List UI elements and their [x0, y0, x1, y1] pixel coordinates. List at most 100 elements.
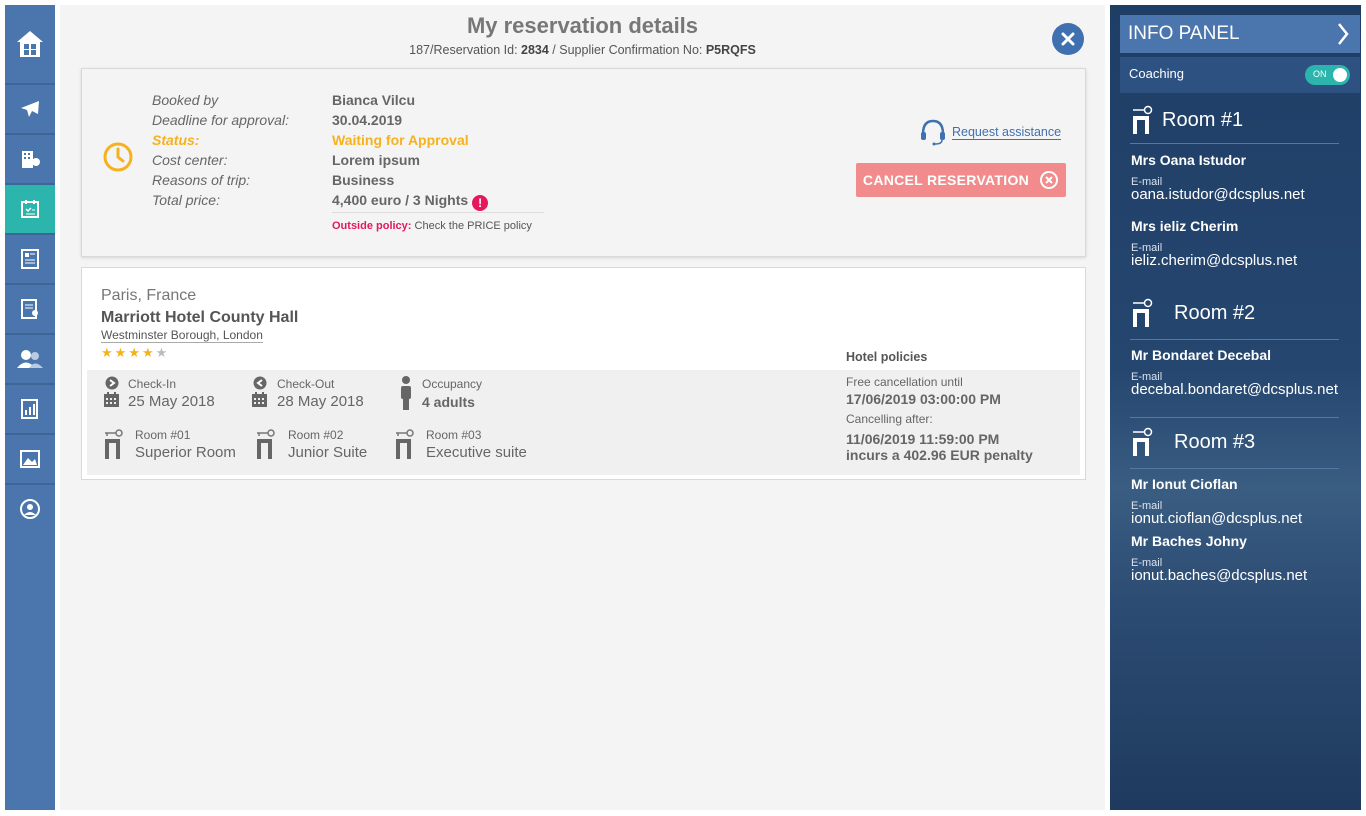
users-icon	[17, 350, 43, 368]
guest-email[interactable]: ionut.baches@dcsplus.net	[1131, 567, 1307, 584]
reservation-summary-card: Booked by Deadline for approval: Status:…	[81, 68, 1086, 257]
guest-email[interactable]: ionut.cioflan@dcsplus.net	[1131, 510, 1302, 527]
star-icon: ★	[155, 346, 170, 361]
occupancy-value: 4 adults	[422, 394, 475, 410]
total-price-row: 4,400 euro / 3 Nights!	[332, 192, 489, 211]
nav-home[interactable]	[5, 5, 55, 83]
clock-icon	[103, 142, 133, 172]
room-key-icon	[257, 429, 275, 459]
coaching-label: Coaching	[1129, 66, 1184, 81]
status-label: Status:	[152, 132, 200, 148]
main-content: My reservation details 187/Reservation I…	[60, 5, 1105, 810]
star-icon: ★	[128, 346, 142, 361]
hotel-address[interactable]: Westminster Borough, London	[101, 328, 263, 343]
room-key-icon	[1133, 427, 1153, 456]
home-icon	[17, 31, 43, 57]
calendar-check-icon	[21, 200, 39, 218]
nav-gallery[interactable]	[5, 435, 55, 483]
nav-documents[interactable]	[5, 235, 55, 283]
cost-center-label: Cost center:	[152, 152, 228, 168]
room-3-label: Room #03	[426, 428, 482, 442]
guest-name: Mr Bondaret Decebal	[1131, 347, 1272, 363]
toggle-on-label: ON	[1313, 69, 1327, 79]
total-price-label: Total price:	[152, 192, 220, 208]
stay-details-box: Check-In 25 May 2018 Check-Out 28 May 20…	[87, 370, 1080, 475]
info-room-3: Room #3	[1130, 427, 1255, 457]
cancel-reservation-button[interactable]: CANCEL RESERVATION	[856, 163, 1066, 197]
guest-name: Mrs Oana Istudor	[1131, 152, 1247, 168]
image-icon	[20, 450, 40, 468]
room-key-icon	[105, 429, 123, 459]
coaching-toggle[interactable]: ON	[1305, 65, 1350, 85]
outside-policy-label: Outside policy:	[332, 220, 412, 232]
policy-notice: Outside policy: Check the PRICE policy	[332, 220, 532, 232]
reasons-value: Business	[332, 172, 395, 188]
info-room-2: Room #2	[1130, 298, 1255, 328]
info-room-2-title: Room #2	[1174, 301, 1256, 324]
guest-name: Mrs ieliz Cherim	[1131, 218, 1239, 234]
hotel-rating: ★★★★★	[101, 346, 169, 361]
status-value: Waiting for Approval	[332, 132, 469, 148]
checkout-arrow-icon	[253, 376, 267, 390]
room-1-label: Room #01	[135, 428, 191, 442]
reasons-label: Reasons of trip:	[152, 172, 251, 188]
star-icon: ★	[114, 346, 129, 361]
guest-email[interactable]: decebal.bondaret@dcsplus.net	[1131, 381, 1338, 398]
nav-travellers[interactable]	[5, 335, 55, 383]
checkin-arrow-icon	[105, 376, 119, 390]
nav-hotels[interactable]	[5, 135, 55, 183]
guest-email[interactable]: ieliz.cherim@dcsplus.net	[1131, 252, 1297, 269]
subtitle-mid: / Supplier Confirmation No:	[548, 43, 706, 57]
checkout-label: Check-Out	[277, 377, 335, 391]
guest-name: Mr Ionut Cioflan	[1131, 476, 1238, 492]
occupancy-label: Occupancy	[422, 377, 483, 391]
subtitle-prefix: 187/Reservation Id:	[409, 43, 522, 57]
cancel-after-date: 11/06/2019 11:59:00 PM	[846, 431, 1000, 447]
info-room-3-title: Room #3	[1174, 430, 1256, 453]
left-navigation	[5, 5, 55, 810]
room-2-type: Junior Suite	[288, 444, 368, 461]
request-assistance-label: Request assistance	[952, 124, 1062, 140]
close-button[interactable]	[1052, 23, 1084, 55]
nav-profile[interactable]	[5, 485, 55, 533]
room-2-label: Room #02	[288, 428, 344, 442]
star-icon: ★	[141, 346, 156, 361]
booked-by-label: Booked by	[152, 92, 219, 108]
headset-icon	[921, 119, 945, 146]
close-icon	[1061, 32, 1075, 46]
hotel-details-card: Paris, France Marriott Hotel County Hall…	[81, 267, 1086, 480]
toggle-knob	[1333, 68, 1347, 82]
reservation-subtitle: 187/Reservation Id: 2834 / Supplier Conf…	[60, 43, 1105, 57]
nav-reports[interactable]	[5, 385, 55, 433]
cancel-after-label: Cancelling after:	[846, 412, 933, 426]
info-room-1: Room #1	[1130, 105, 1243, 135]
deadline-value: 30.04.2019	[332, 112, 403, 128]
chevron-right-icon[interactable]	[1336, 21, 1350, 47]
hotel-name[interactable]: Marriott Hotel County Hall	[101, 309, 298, 327]
deadline-label: Deadline for approval:	[152, 112, 289, 128]
cost-center-value: Lorem ipsum	[332, 152, 420, 168]
nav-flights[interactable]	[5, 85, 55, 133]
guest-name: Mr Baches Johny	[1131, 533, 1247, 549]
calendar-icon	[252, 392, 267, 407]
checkout-value: 28 May 2018	[277, 393, 364, 410]
nav-approvals[interactable]	[5, 285, 55, 333]
checkin-label: Check-In	[128, 377, 177, 391]
guest-email[interactable]: oana.istudor@dcsplus.net	[1131, 186, 1305, 203]
report-chart-icon	[21, 399, 38, 419]
booked-by-value: Bianca Vilcu	[332, 92, 416, 108]
total-price-value: 4,400 euro / 3 Nights	[332, 192, 469, 208]
page-title: My reservation details	[466, 13, 699, 38]
hotel-policies-title: Hotel policies	[846, 350, 928, 364]
calendar-icon	[104, 392, 119, 407]
confirmation-number: P5RQFS	[705, 43, 756, 57]
room-key-icon	[1133, 105, 1153, 134]
coaching-row: Coaching ON	[1120, 57, 1360, 93]
info-panel-header[interactable]: INFO PANEL	[1120, 15, 1360, 53]
request-assistance-link[interactable]: Request assistance	[918, 117, 1062, 147]
room-key-icon	[1133, 298, 1153, 327]
nav-reservations[interactable]	[5, 185, 55, 233]
info-panel-title: INFO PANEL	[1128, 23, 1240, 44]
warning-icon[interactable]: !	[472, 195, 489, 211]
checkin-value: 25 May 2018	[128, 393, 215, 410]
